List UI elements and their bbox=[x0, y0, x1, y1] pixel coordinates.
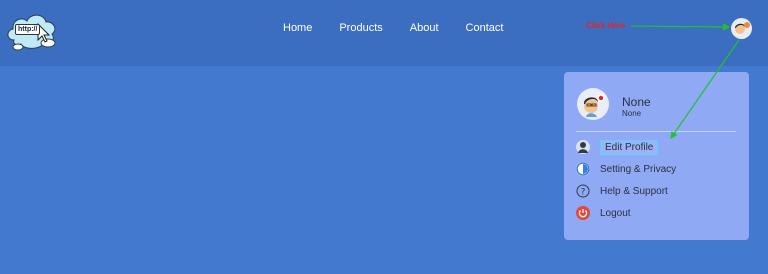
logo-text: http:// bbox=[15, 24, 41, 35]
profile-name: None bbox=[622, 95, 651, 109]
profile-dropdown: None None Edit Profile Setting & Privacy… bbox=[564, 72, 749, 240]
profile-avatar bbox=[577, 88, 609, 120]
main-nav: Home Products About Contact bbox=[283, 21, 530, 35]
nav-contact[interactable]: Contact bbox=[466, 21, 504, 35]
menu-item-setting-privacy[interactable]: Setting & Privacy bbox=[576, 160, 676, 178]
avatar-icon bbox=[731, 18, 752, 39]
menu-item-label: Logout bbox=[600, 207, 631, 219]
settings-icon bbox=[576, 162, 590, 176]
avatar-icon bbox=[577, 88, 609, 120]
menu-item-label: Setting & Privacy bbox=[600, 163, 677, 175]
menu-item-label: Edit Profile bbox=[600, 139, 659, 155]
nav-about[interactable]: About bbox=[410, 21, 439, 35]
menu-item-help-support[interactable]: ? Help & Support bbox=[576, 182, 668, 200]
menu-item-edit-profile[interactable]: Edit Profile bbox=[576, 138, 659, 156]
nav-products[interactable]: Products bbox=[339, 21, 382, 35]
nav-home[interactable]: Home bbox=[283, 21, 312, 35]
user-icon bbox=[576, 140, 590, 154]
logo[interactable]: http:// bbox=[4, 6, 60, 52]
divider bbox=[576, 131, 736, 132]
svg-text:?: ? bbox=[581, 188, 586, 198]
click-here-annotation: Click Here bbox=[586, 21, 626, 30]
power-icon bbox=[576, 206, 590, 220]
menu-item-label: Help & Support bbox=[600, 185, 668, 197]
profile-subtitle: None bbox=[622, 109, 642, 118]
header: http:// Home Products About Contact Clic… bbox=[0, 0, 768, 66]
menu-item-logout[interactable]: Logout bbox=[576, 204, 631, 222]
help-icon: ? bbox=[576, 184, 590, 198]
profile-avatar-button[interactable] bbox=[731, 18, 752, 39]
